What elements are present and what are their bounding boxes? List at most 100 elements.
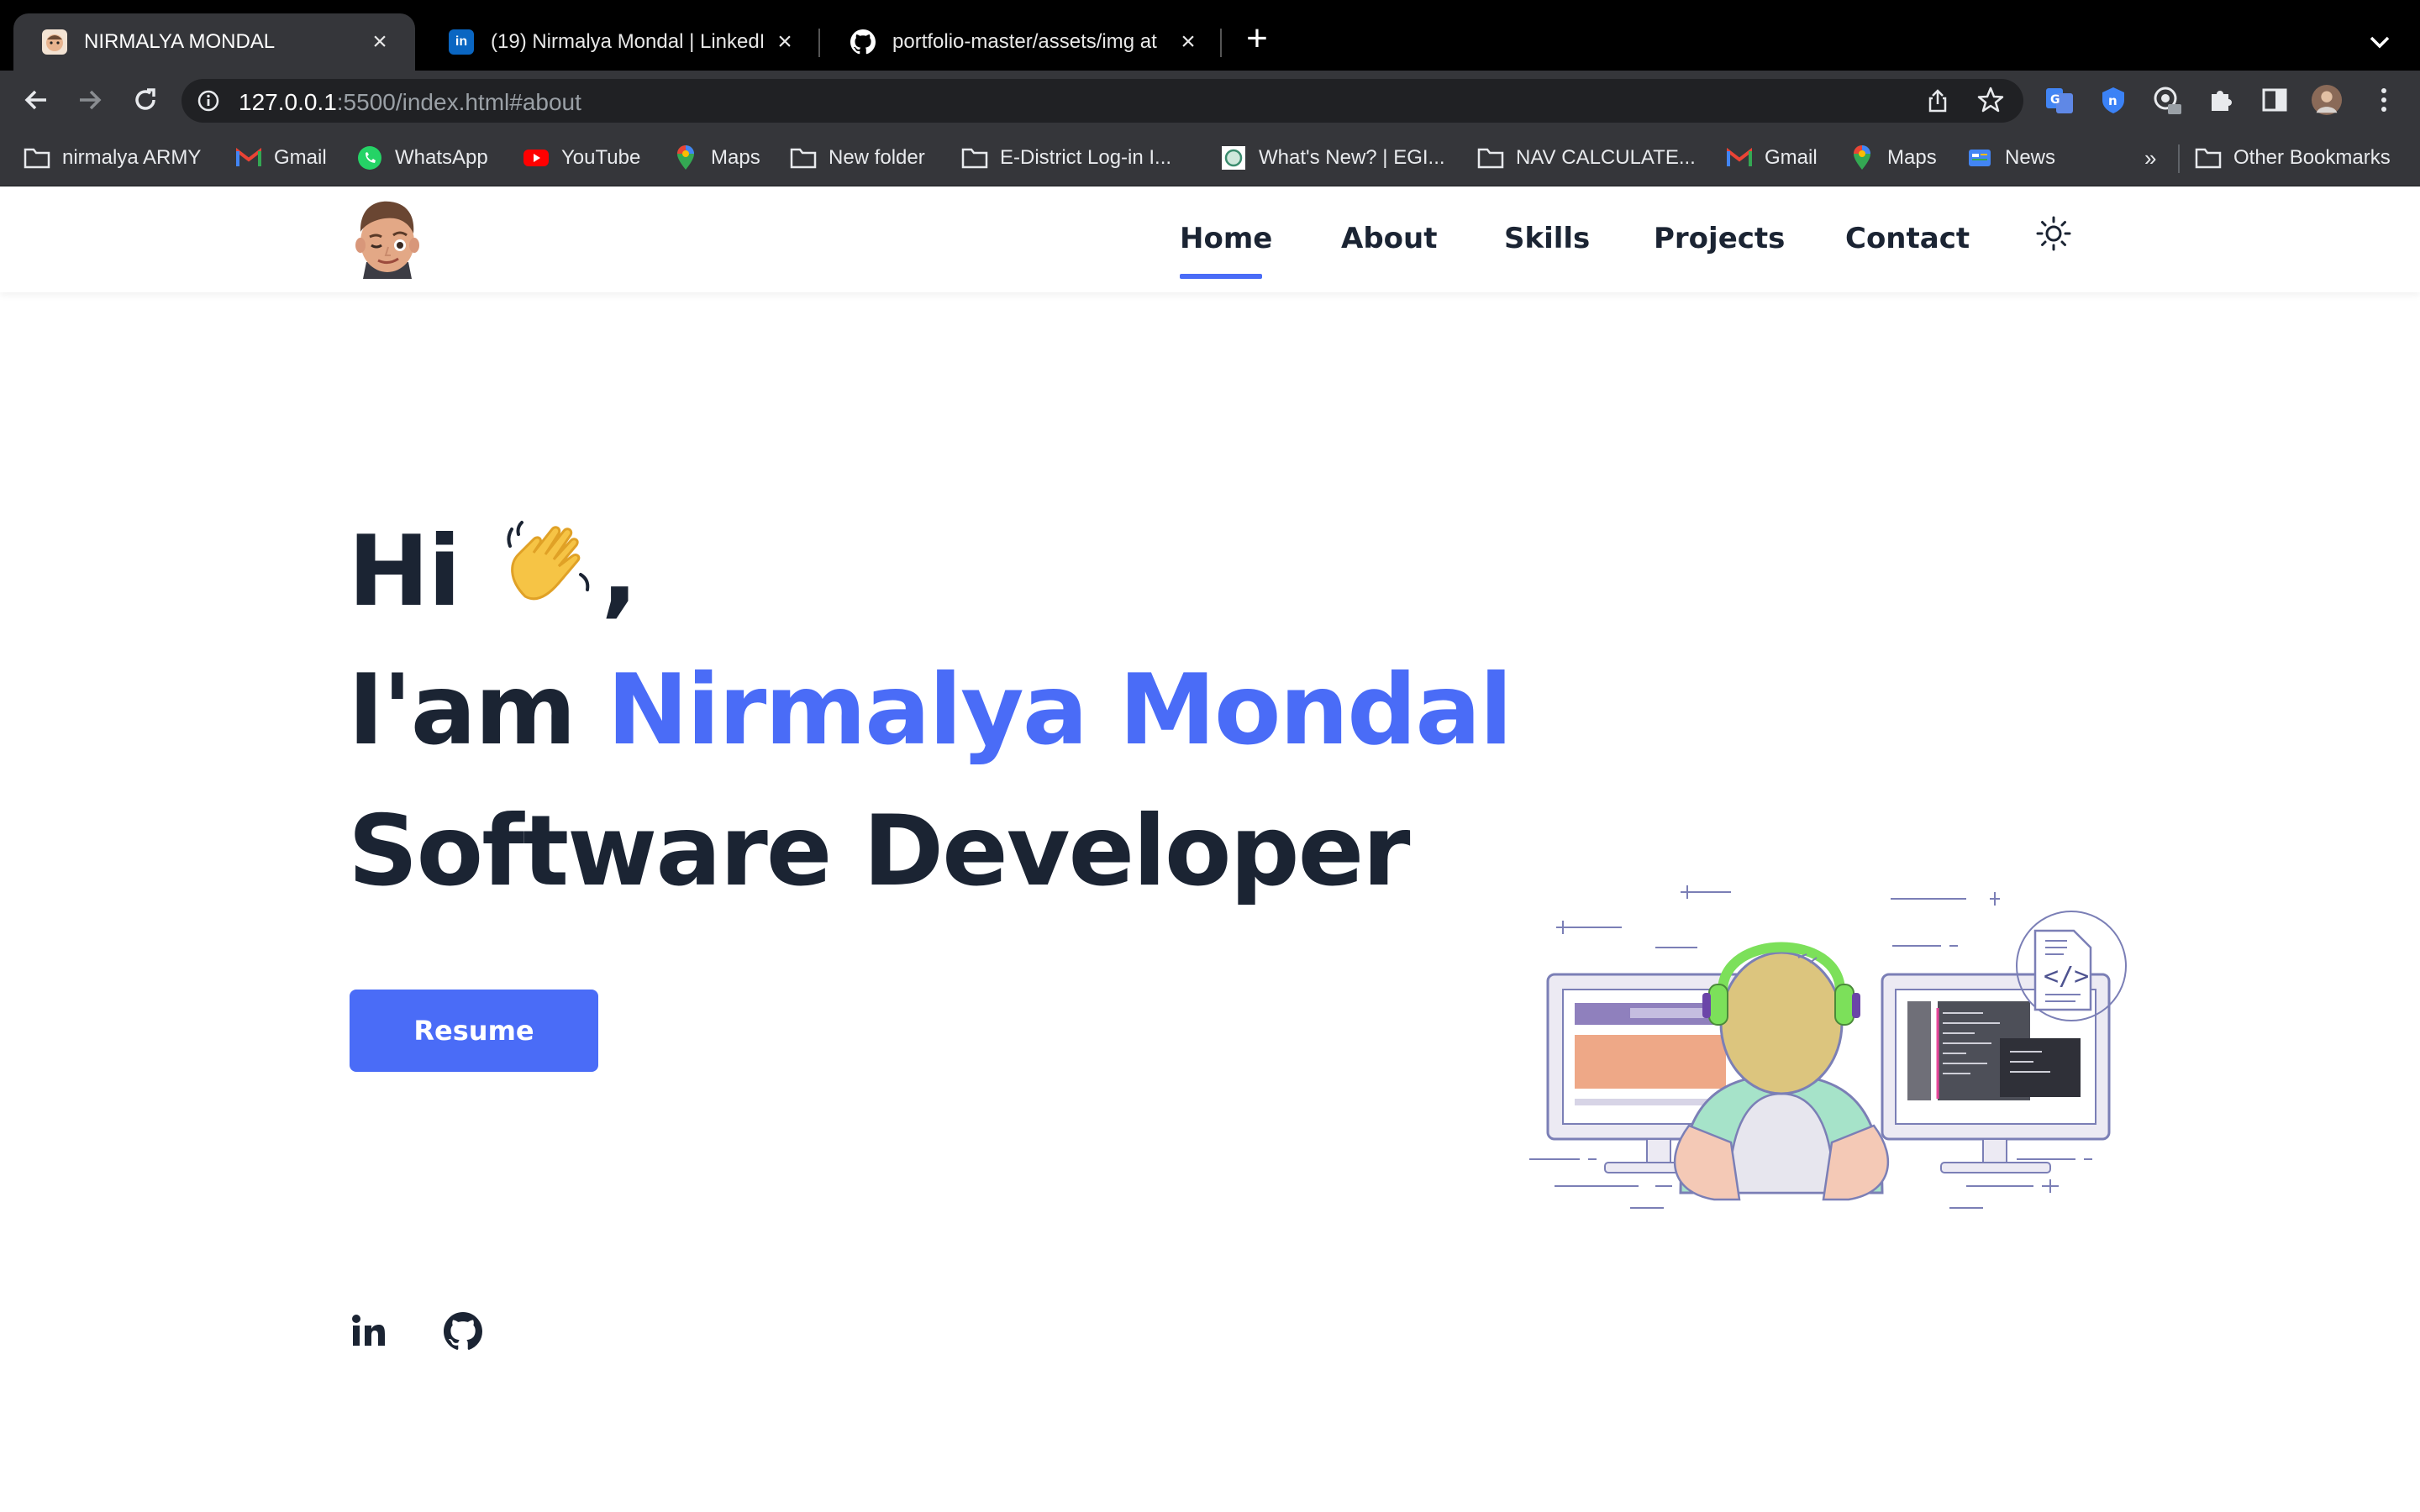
news-icon	[1966, 145, 1993, 171]
new-tab-button[interactable]: +	[1239, 20, 1276, 59]
folder-icon	[2195, 145, 2222, 171]
bookmark-nirmalya-army[interactable]: nirmalya ARMY	[24, 141, 201, 175]
bookmark-label: Gmail	[274, 146, 327, 169]
maps-icon	[1849, 145, 1876, 171]
folder-icon	[790, 145, 817, 171]
bookmark-whatsapp[interactable]: WhatsApp	[356, 141, 488, 175]
bookmarks-overflow-button[interactable]: »	[2144, 141, 2156, 175]
bookmark-label: New folder	[829, 146, 925, 169]
bookmark-label: WhatsApp	[395, 146, 488, 169]
tab-linkedin[interactable]: in (19) Nirmalya Mondal | LinkedIn ×	[420, 13, 820, 71]
bookmark-nav-calculate[interactable]: NAV CALCULATE...	[1477, 141, 1696, 175]
profile-avatar[interactable]	[2311, 84, 2343, 116]
bookmark-gmail-2[interactable]: Gmail	[1726, 141, 1818, 175]
share-icon[interactable]	[1924, 87, 1951, 114]
hero-greeting: Hi ,	[348, 512, 638, 628]
tab-separator	[1220, 29, 1222, 57]
forward-button[interactable]	[71, 81, 109, 119]
bookmark-label: Maps	[711, 146, 760, 169]
bookmark-star-icon[interactable]	[1976, 86, 2005, 114]
tab-nirmalya-mondal[interactable]: NIRMALYA MONDAL ×	[13, 13, 415, 71]
info-icon[interactable]	[197, 89, 220, 113]
bookmark-maps-2[interactable]: Maps	[1849, 141, 1937, 175]
other-bookmarks[interactable]: Other Bookmarks	[2195, 141, 2391, 175]
bookmark-label: YouTube	[561, 146, 641, 169]
svg-text:</>: </>	[2044, 962, 2089, 991]
tab-separator	[818, 29, 820, 57]
close-tab-icon[interactable]: ×	[1175, 28, 1202, 55]
bookmark-label: Other Bookmarks	[2233, 146, 2391, 169]
bookmark-e-district[interactable]: E-District Log-in I...	[961, 141, 1171, 175]
site-icon	[1220, 145, 1247, 171]
tab-search-chevron-icon[interactable]	[2363, 25, 2396, 59]
nav-skills[interactable]: Skills	[1504, 222, 1590, 255]
svg-text:n: n	[2108, 93, 2118, 108]
url-path: :5500/index.html#about	[336, 89, 581, 115]
bookmark-maps[interactable]: Maps	[672, 141, 760, 175]
tab-github[interactable]: portfolio-master/assets/img at ×	[822, 13, 1223, 71]
arrow-right-icon	[80, 90, 102, 110]
nav-about[interactable]: About	[1341, 222, 1437, 255]
bookmarks-separator	[2178, 144, 2180, 173]
svg-text:G: G	[2050, 93, 2060, 107]
intro-prefix: I'am	[348, 654, 576, 767]
waving-hand-icon	[507, 521, 590, 601]
bookmark-label: News	[2005, 146, 2056, 169]
whatsapp-icon	[356, 145, 383, 171]
hero-name: Nirmalya Mondal	[607, 654, 1512, 767]
folder-icon	[1477, 145, 1504, 171]
resume-button[interactable]: Resume	[350, 990, 598, 1072]
bookmarks-bar: nirmalya ARMY Gmail WhatsApp YouTube Map…	[0, 129, 2420, 186]
bookmark-new-folder[interactable]: New folder	[790, 141, 925, 175]
bookmark-label: nirmalya ARMY	[62, 146, 202, 169]
arrow-left-icon	[24, 90, 46, 110]
screen-reader-extension-icon[interactable]	[2151, 84, 2183, 116]
greeting-text: Hi	[348, 515, 461, 628]
close-tab-icon[interactable]: ×	[771, 28, 798, 55]
tab-strip: NIRMALYA MONDAL × in (19) Nirmalya Monda…	[0, 0, 2420, 71]
nav-contact[interactable]: Contact	[1845, 222, 1970, 255]
theme-toggle-sun-icon[interactable]	[2035, 215, 2072, 252]
bookmark-label: E-District Log-in I...	[1000, 146, 1172, 169]
developer-illustration: </>	[1529, 874, 2143, 1226]
folder-icon	[24, 145, 50, 171]
google-translate-extension-icon[interactable]: G	[2044, 84, 2075, 116]
close-tab-icon[interactable]: ×	[366, 28, 393, 55]
gmail-icon	[235, 145, 262, 171]
bookmark-label: What's New? | EGI...	[1259, 146, 1445, 169]
hero-intro: I'am Nirmalya Mondal	[348, 654, 1512, 767]
hero-role: Software Developer	[348, 795, 1410, 908]
gmail-icon	[1726, 145, 1753, 171]
tab-title: portfolio-master/assets/img at	[892, 30, 1157, 53]
tab-title: NIRMALYA MONDAL	[84, 30, 276, 53]
active-nav-indicator	[1180, 274, 1262, 279]
nav-home[interactable]: Home	[1180, 222, 1272, 255]
memoji-logo[interactable]	[351, 195, 424, 284]
tab-title: (19) Nirmalya Mondal | LinkedIn	[491, 30, 763, 53]
url-text[interactable]: 127.0.0.1:5500/index.html#about	[239, 89, 581, 116]
shield-extension-icon[interactable]: n	[2097, 84, 2129, 116]
bookmark-whats-new[interactable]: What's New? | EGI...	[1220, 141, 1445, 175]
reload-icon	[135, 88, 155, 110]
bookmark-label: Maps	[1887, 146, 1937, 169]
folder-icon	[961, 145, 988, 171]
bookmark-label: Gmail	[1765, 146, 1818, 169]
github-favicon-icon	[850, 29, 876, 55]
bookmark-youtube[interactable]: YouTube	[523, 141, 640, 175]
bookmark-label: NAV CALCULATE...	[1516, 146, 1696, 169]
github-icon[interactable]	[444, 1312, 482, 1351]
linkedin-favicon-icon: in	[449, 29, 474, 55]
extensions-puzzle-icon[interactable]	[2205, 84, 2237, 116]
linkedin-icon[interactable]	[350, 1312, 388, 1351]
browser-menu-icon[interactable]	[2368, 84, 2400, 116]
reload-button[interactable]	[126, 81, 165, 119]
url-host: 127.0.0.1	[239, 89, 337, 115]
back-button[interactable]	[17, 81, 55, 119]
address-bar[interactable]: 127.0.0.1:5500/index.html#about	[182, 79, 2023, 123]
youtube-icon	[523, 145, 550, 171]
side-panel-icon[interactable]	[2259, 84, 2291, 116]
bookmark-news[interactable]: News	[1966, 141, 2055, 175]
nav-projects[interactable]: Projects	[1654, 222, 1785, 255]
bookmark-gmail[interactable]: Gmail	[235, 141, 327, 175]
greeting-comma: ,	[601, 515, 638, 628]
